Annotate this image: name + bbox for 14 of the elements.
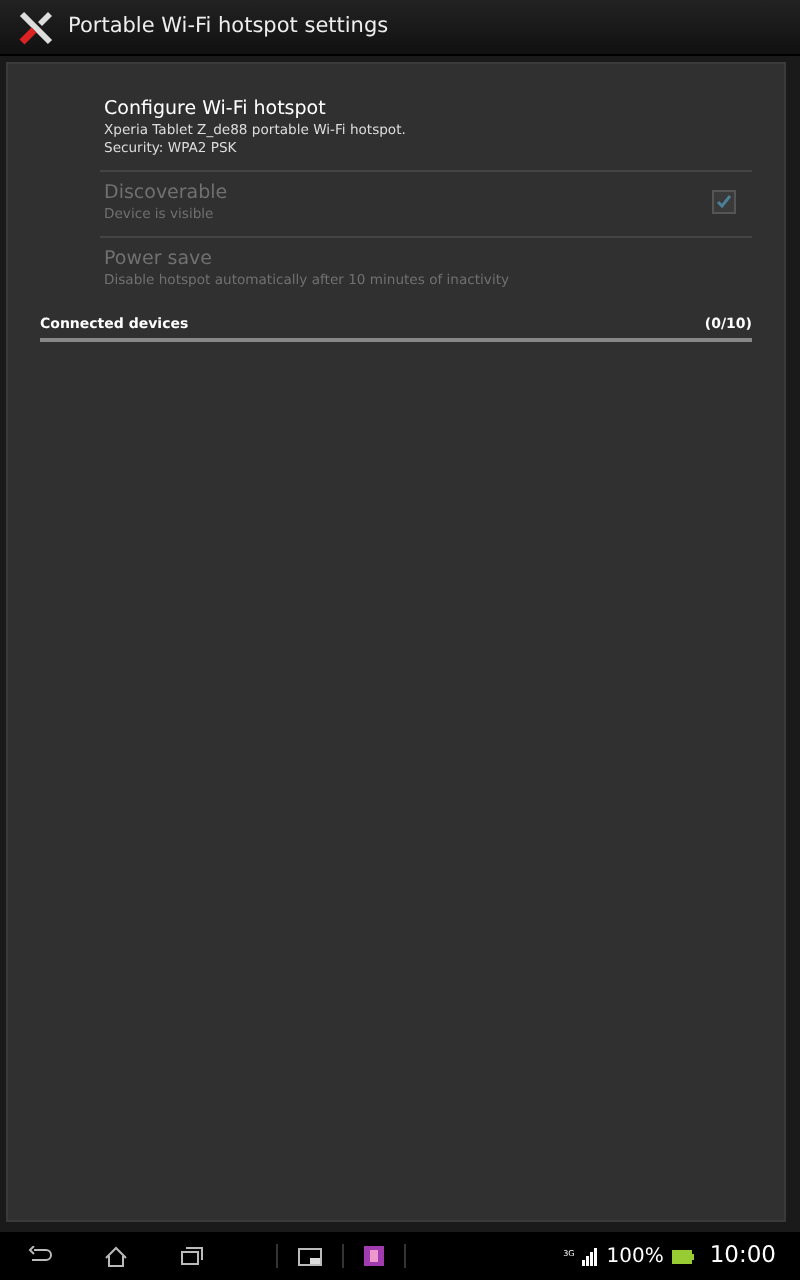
preference-title: Discoverable	[104, 180, 228, 206]
preference-title: Power save	[104, 246, 214, 272]
battery-icon	[671, 1249, 694, 1263]
home-button[interactable]	[104, 1245, 128, 1267]
recent-apps-button[interactable]	[180, 1246, 204, 1266]
back-button[interactable]	[28, 1246, 52, 1266]
battery-percent: 100%	[606, 1243, 664, 1271]
clock: 10:00	[709, 1238, 776, 1273]
app-icon-button[interactable]	[364, 1246, 384, 1266]
signal-icon	[582, 1247, 599, 1265]
screen-title: Portable Wi-Fi hotspot settings	[68, 11, 389, 42]
small-app-button[interactable]	[298, 1247, 322, 1265]
preference-title: Configure Wi-Fi hotspot	[104, 96, 328, 122]
tools-icon	[16, 7, 56, 47]
